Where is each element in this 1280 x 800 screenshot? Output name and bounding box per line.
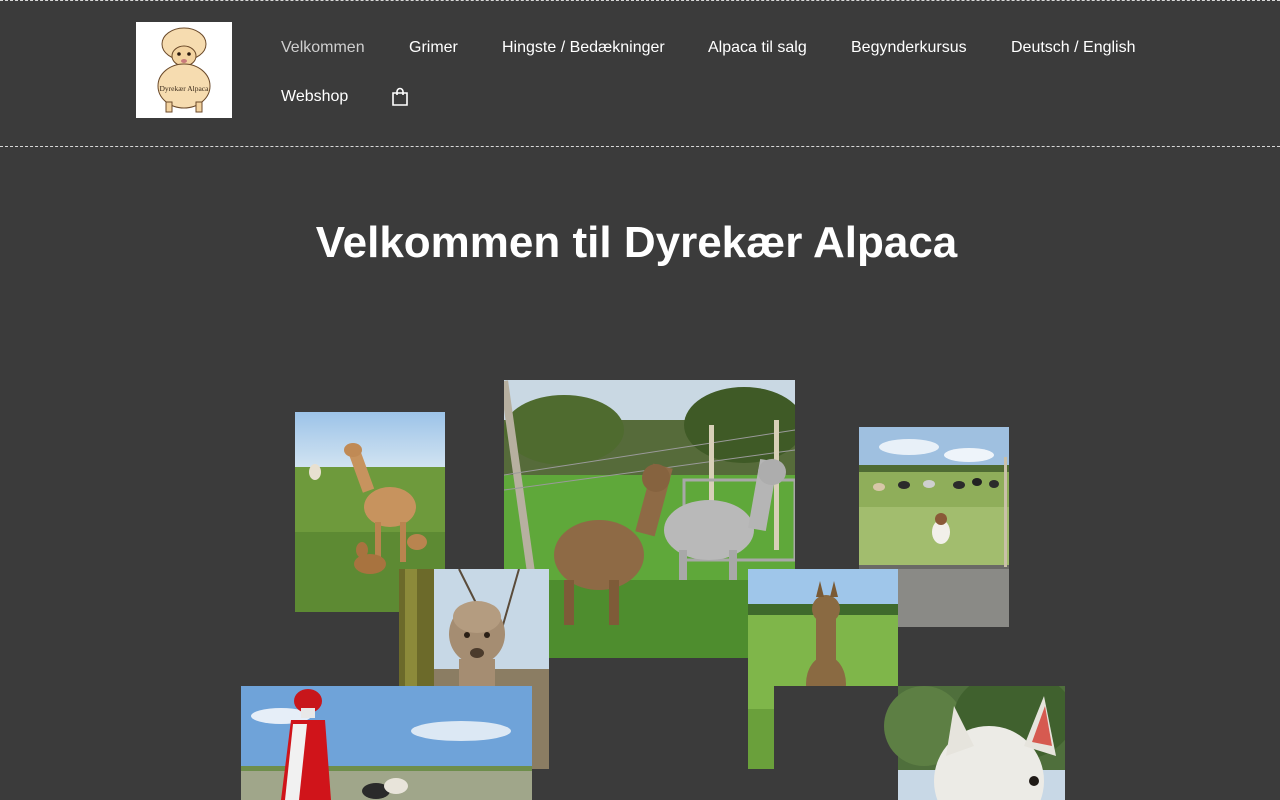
- nav-item-velkommen[interactable]: Velkommen: [281, 38, 365, 58]
- white-alpaca-closeup-photo[interactable]: [774, 686, 1065, 800]
- nav-item-grimer[interactable]: Grimer: [409, 38, 458, 58]
- santa-hat-post-photo[interactable]: [241, 686, 532, 800]
- page-title: Velkommen til Dyrekær Alpaca: [315, 218, 958, 267]
- site-logo[interactable]: Dyrekær Alpaca: [136, 22, 232, 118]
- nav-item-language[interactable]: Deutsch / English: [1011, 38, 1136, 58]
- site-header: Dyrekær Alpaca Velkommen Grimer Hingste …: [0, 0, 1280, 147]
- shopping-bag-icon[interactable]: [390, 87, 410, 107]
- nav-item-hingste[interactable]: Hingste / Bedækninger: [502, 38, 665, 58]
- nav-item-alpaca-til-salg[interactable]: Alpaca til salg: [708, 38, 807, 58]
- logo-text: Dyrekær Alpaca: [160, 84, 210, 93]
- alpaca-logo-icon: Dyrekær Alpaca: [157, 27, 211, 113]
- nav-item-begynderkursus[interactable]: Begynderkursus: [851, 38, 967, 58]
- nav-item-webshop[interactable]: Webshop: [281, 87, 348, 107]
